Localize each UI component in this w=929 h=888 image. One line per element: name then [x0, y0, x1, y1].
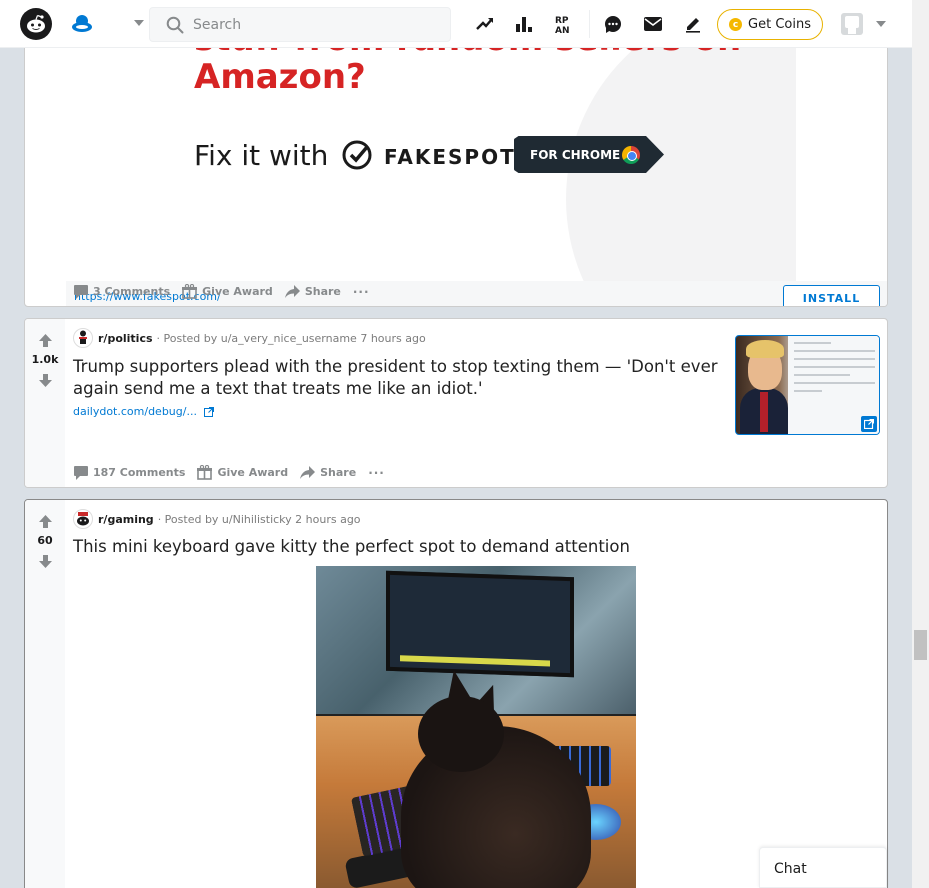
chat-icon[interactable]	[601, 12, 625, 36]
vote-score: 60	[37, 534, 53, 547]
leaderboard-icon[interactable]	[512, 12, 536, 36]
more-options-button[interactable]: ···	[353, 285, 370, 299]
post-thumbnail[interactable]	[735, 335, 880, 435]
header-divider	[589, 10, 590, 38]
give-award-button[interactable]: Give Award	[197, 465, 288, 480]
post-image[interactable]	[316, 566, 636, 888]
subreddit-icon[interactable]	[73, 509, 93, 529]
image-monitor	[386, 570, 574, 678]
posted-by: · Posted by u/Nihilisticky 2 hours ago	[157, 512, 361, 526]
svg-text:AN: AN	[555, 26, 570, 34]
chrome-logo-icon	[622, 146, 640, 164]
post-link[interactable]: dailydot.com/debug/...	[73, 405, 214, 418]
ad-post-actions: 3 Comments Give Award Share ···	[74, 284, 382, 299]
post-meta: r/gaming · Posted by u/Nihilisticky 2 ho…	[73, 509, 361, 529]
user-menu-chevron-icon[interactable]	[876, 21, 886, 27]
home-feed-icon[interactable]	[70, 12, 94, 36]
top-nav: RP AN c Get Coins	[0, 0, 912, 48]
thumbnail-hair	[746, 340, 784, 358]
ad-image[interactable]: stuff from random sellers on Amazon? Fix…	[66, 41, 796, 281]
page-scrollbar[interactable]	[912, 0, 929, 888]
give-award-button[interactable]: Give Award	[182, 284, 273, 299]
user-avatar[interactable]	[841, 13, 863, 35]
install-button[interactable]: INSTALL	[783, 285, 880, 306]
rpan-icon[interactable]: RP AN	[552, 12, 576, 36]
post-title[interactable]: Trump supporters plead with the presiden…	[73, 356, 723, 400]
subreddit-icon[interactable]	[73, 328, 93, 348]
gift-icon	[182, 284, 198, 299]
vote-column: 60	[25, 500, 65, 888]
share-icon	[284, 285, 300, 298]
fakespot-brand: FAKESPOT	[384, 145, 516, 169]
ad-fix-text: Fix it with	[194, 139, 329, 172]
reddit-logo-icon[interactable]	[20, 8, 52, 40]
fakespot-check-icon	[342, 140, 372, 170]
get-coins-button[interactable]: c Get Coins	[717, 9, 823, 40]
ad-headline: Amazon?	[194, 57, 366, 97]
vote-column: 1.0k	[25, 319, 65, 487]
external-link-icon	[203, 406, 214, 417]
downvote-arrow-icon[interactable]	[38, 373, 53, 388]
svg-text:RP: RP	[555, 16, 569, 26]
downvote-arrow-icon[interactable]	[38, 554, 53, 569]
image-cat-head	[418, 696, 504, 772]
vote-score: 1.0k	[31, 353, 59, 366]
post-card-politics[interactable]: 1.0k r/politics · Posted by u/a_very_nic…	[24, 318, 888, 488]
get-coins-label: Get Coins	[748, 17, 811, 32]
create-post-pencil-icon[interactable]	[681, 12, 705, 36]
search-icon	[166, 16, 184, 33]
share-button[interactable]: Share	[284, 285, 341, 298]
chat-panel-button[interactable]: Chat	[759, 847, 887, 888]
post-title[interactable]: This mini keyboard gave kitty the perfec…	[73, 536, 833, 558]
comment-icon	[74, 465, 88, 480]
search-input[interactable]	[193, 16, 433, 33]
coin-icon: c	[729, 18, 743, 31]
posted-by: · Posted by u/a_very_nice_username 7 hou…	[156, 331, 426, 345]
upvote-arrow-icon[interactable]	[38, 514, 53, 529]
comments-button[interactable]: 3 Comments	[74, 284, 170, 299]
mail-icon[interactable]	[641, 12, 665, 36]
for-chrome-badge: FOR CHROME	[514, 136, 664, 173]
promoted-post-card[interactable]: stuff from random sellers on Amazon? Fix…	[24, 40, 888, 307]
thumbnail-tie	[760, 392, 768, 432]
share-icon	[300, 466, 316, 479]
share-button[interactable]: Share	[300, 466, 356, 479]
feed-dropdown-chevron-icon[interactable]	[134, 20, 144, 26]
comments-button[interactable]: 187 Comments	[74, 465, 185, 480]
popular-trending-icon[interactable]	[473, 12, 497, 36]
comment-icon	[74, 284, 88, 299]
gift-icon	[197, 465, 213, 480]
post-meta: r/politics · Posted by u/a_very_nice_use…	[73, 328, 426, 348]
subreddit-name[interactable]: r/politics	[98, 332, 153, 345]
thumbnail-external-icon[interactable]	[861, 416, 877, 432]
post-actions: 187 Comments Give Award Share ···	[74, 465, 397, 480]
post-card-gaming[interactable]: 60 r/gaming · Posted by u/Nihilisticky 2…	[24, 499, 888, 888]
more-options-button[interactable]: ···	[368, 466, 385, 480]
search-bar[interactable]	[149, 7, 451, 42]
subreddit-name[interactable]: r/gaming	[98, 513, 154, 526]
upvote-arrow-icon[interactable]	[38, 333, 53, 348]
scrollbar-thumb[interactable]	[914, 630, 927, 660]
